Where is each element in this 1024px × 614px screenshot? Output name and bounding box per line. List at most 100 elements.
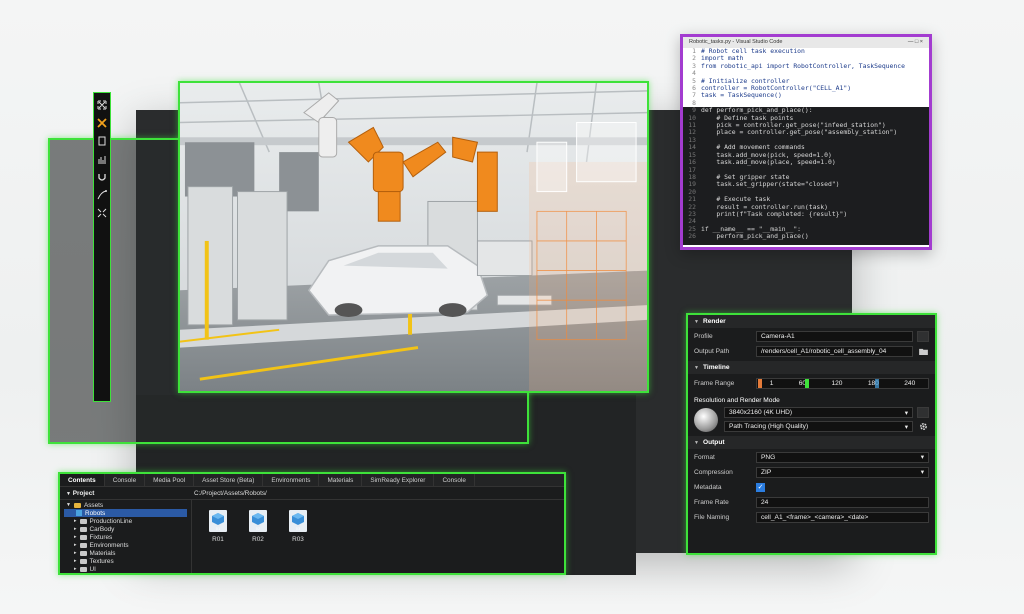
expand-arrow-icon[interactable]: ▸ bbox=[74, 534, 77, 540]
resolution-value: 3840x2160 (4K UHD) bbox=[729, 409, 793, 416]
tree-item-label: CarBody bbox=[89, 525, 115, 533]
file-naming-label: File Naming bbox=[694, 513, 730, 521]
resolution-section-header: Resolution and Render Mode bbox=[688, 394, 935, 407]
factory-scene-image bbox=[180, 83, 647, 391]
expand-arrow-icon[interactable]: ▸ bbox=[74, 566, 77, 572]
code-lines-light[interactable]: 1 # Robot cell task execution 2 import math… bbox=[683, 47, 929, 107]
folder-tree: ▼ Assets Robots ▸ ProductionLine ▸ CarBody ▸ Fix… bbox=[60, 500, 192, 573]
tree-item-label: Assets bbox=[83, 501, 104, 509]
code-line[interactable]: 19 task.set_gripper(state="closed") bbox=[683, 180, 929, 189]
compression-label: Compression bbox=[694, 468, 733, 476]
asset-tile[interactable]: 01 R01 bbox=[206, 510, 230, 563]
format-dropdown[interactable]: PNG ▾ bbox=[756, 451, 929, 463]
expand-arrow-icon[interactable]: ▸ bbox=[74, 550, 77, 556]
window-controls[interactable]: — □ × bbox=[908, 39, 923, 46]
metadata-label: Metadata bbox=[694, 483, 722, 491]
resolution-block: 3840x2160 (4K UHD) ▾ Path Tracing (High Q… bbox=[688, 407, 935, 432]
expand-arrow-icon[interactable]: ▼ bbox=[66, 502, 71, 508]
chart-icon[interactable] bbox=[96, 153, 108, 165]
render-mode-dropdown[interactable]: Path Tracing (High Quality) ▾ bbox=[724, 421, 913, 432]
tree-item[interactable]: Robots bbox=[64, 509, 187, 517]
code-line[interactable]: 3 from robotic_api import RobotController… bbox=[683, 62, 929, 70]
tree-item[interactable]: ▸ Environments bbox=[64, 541, 187, 549]
code-editor-window[interactable]: Robotic_tasks.py - Visual Studio Code — … bbox=[680, 34, 932, 250]
collapse-arrow-icon[interactable]: ▼ bbox=[694, 319, 699, 325]
asset-tile[interactable]: 02 R02 bbox=[246, 510, 270, 563]
render-section-header[interactable]: ▼ Render bbox=[688, 315, 935, 328]
tree-item[interactable]: ▸ Fixtures bbox=[64, 533, 187, 541]
resolution-dropdown[interactable]: 3840x2160 (4K UHD) ▾ bbox=[724, 407, 913, 418]
code-line[interactable]: 7 task = TaskSequence() bbox=[683, 91, 929, 100]
chevron-down-icon: ▾ bbox=[904, 409, 908, 417]
code-line[interactable]: 26 perform_pick_and_place() bbox=[683, 232, 929, 241]
collapse-arrow-icon[interactable]: ▼ bbox=[66, 491, 71, 497]
tab-contents[interactable]: Contents bbox=[60, 474, 105, 486]
frame-range-label: Frame Range bbox=[694, 379, 735, 387]
output-section-header[interactable]: ▼ Output bbox=[688, 436, 935, 449]
document-icon[interactable] bbox=[96, 135, 108, 147]
tree-item[interactable]: ▸ Materials bbox=[64, 549, 187, 557]
expand-icon[interactable] bbox=[96, 99, 108, 111]
code-text: perform_pick_and_place() bbox=[701, 232, 809, 241]
tree-item[interactable]: ▸ ProductionLine bbox=[64, 517, 187, 525]
expand-arrow-icon[interactable]: ▸ bbox=[74, 518, 77, 524]
tree-item-label: Fixtures bbox=[89, 533, 113, 541]
timeline-section-header[interactable]: ▼ Timeline bbox=[688, 361, 935, 374]
resolution-extra-button[interactable] bbox=[917, 407, 929, 418]
resolution-title: Resolution and Render Mode bbox=[694, 397, 780, 404]
collapse-arrow-icon[interactable]: ▼ bbox=[694, 440, 699, 446]
chevron-down-icon: ▾ bbox=[920, 454, 924, 461]
compression-value: ZIP bbox=[761, 468, 772, 476]
tab-environments[interactable]: Environments bbox=[263, 474, 320, 486]
tree-item[interactable]: ▸ Textures bbox=[64, 557, 187, 565]
folder-icon[interactable] bbox=[917, 346, 929, 357]
tab-console[interactable]: Console bbox=[105, 474, 146, 486]
render-mode-value: Path Tracing (High Quality) bbox=[729, 423, 809, 430]
output-title: Output bbox=[702, 439, 725, 446]
tab-materials[interactable]: Materials bbox=[319, 474, 363, 486]
material-preview-sphere[interactable] bbox=[694, 407, 718, 432]
gear-icon[interactable] bbox=[917, 421, 929, 432]
frame-rate-input[interactable]: 24 bbox=[756, 496, 929, 508]
tree-item[interactable]: ▸ CarBody bbox=[64, 525, 187, 533]
frame-current-marker[interactable] bbox=[805, 378, 809, 388]
tab-console[interactable]: Console bbox=[434, 474, 475, 486]
tree-item[interactable]: ▸ UI bbox=[64, 565, 187, 573]
format-value: PNG bbox=[761, 453, 776, 461]
expand-arrow-icon[interactable]: ▸ bbox=[74, 542, 77, 548]
asset-name: R01 bbox=[212, 536, 224, 543]
tree-item[interactable]: ▼ Assets bbox=[64, 501, 187, 509]
output-path-field[interactable]: /renders/cell_A1/robotic_cell_assembly_0… bbox=[756, 345, 913, 357]
crosshair-icon[interactable] bbox=[96, 117, 108, 129]
tab-simready-explorer[interactable]: SimReady Explorer bbox=[362, 474, 435, 486]
expand-arrow-icon[interactable]: ▸ bbox=[74, 526, 77, 532]
frame-start-marker[interactable] bbox=[758, 378, 762, 388]
profile-options-button[interactable] bbox=[917, 330, 929, 342]
collapse-arrow-icon[interactable]: ▼ bbox=[694, 365, 699, 371]
expand-arrow-icon[interactable]: ▸ bbox=[74, 558, 77, 564]
profile-field[interactable]: Camera-A1 bbox=[756, 330, 913, 342]
code-text: task = TaskSequence() bbox=[701, 91, 782, 100]
path-icon[interactable] bbox=[96, 189, 108, 201]
folder-icon bbox=[73, 502, 81, 508]
code-lines-dark[interactable]: 9 def perform_pick_and_place(): 10 # Defin… bbox=[683, 106, 929, 245]
content-path[interactable]: C:/Project/Assets/Robots/ bbox=[190, 490, 564, 497]
asset-tile[interactable]: 03 R03 bbox=[286, 510, 310, 563]
project-header[interactable]: ▼ Project bbox=[60, 490, 190, 497]
file-naming-input[interactable]: cell_A1_<frame>_<camera>_<date> bbox=[756, 511, 929, 523]
code-text: task.set_gripper(state="closed") bbox=[701, 180, 840, 189]
code-line[interactable]: 12 place = controller.get_pose("assembly… bbox=[683, 129, 929, 137]
magnet-icon[interactable] bbox=[96, 171, 108, 183]
asset-name: R03 bbox=[292, 536, 304, 543]
viewport-3d[interactable] bbox=[178, 81, 649, 393]
metadata-checkbox[interactable]: ✓ bbox=[756, 482, 765, 492]
code-line[interactable]: 23 print(f"Task completed: {result}") bbox=[683, 210, 929, 218]
frame-range-slider[interactable]: 1 60 120 180 240 bbox=[756, 377, 929, 389]
collapse-icon[interactable] bbox=[96, 207, 108, 219]
tab-media-pool[interactable]: Media Pool bbox=[145, 474, 195, 486]
content-path-bar: ▼ Project C:/Project/Assets/Robots/ bbox=[60, 487, 564, 500]
compression-dropdown[interactable]: ZIP ▾ bbox=[756, 466, 929, 478]
frame-end-marker[interactable] bbox=[875, 378, 879, 388]
code-line[interactable]: 16 task.add_move(place, speed=1.0) bbox=[683, 158, 929, 166]
tab-asset-store-beta[interactable]: Asset Store (Beta) bbox=[194, 474, 264, 486]
